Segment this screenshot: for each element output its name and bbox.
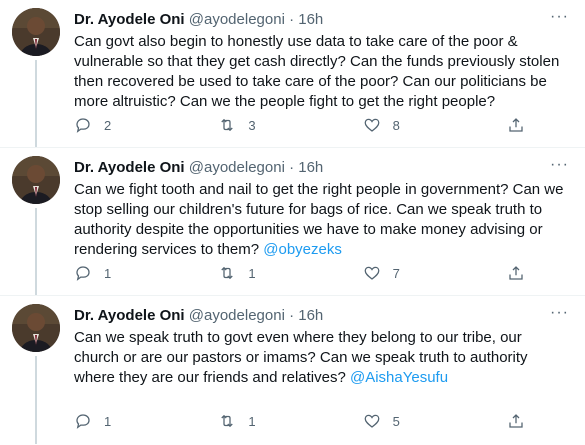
thread-line bbox=[35, 208, 37, 295]
author-name[interactable]: Dr. Ayodele Oni bbox=[74, 159, 185, 176]
retweet-count: 1 bbox=[248, 265, 256, 281]
tweet[interactable]: Dr. Ayodele Oni @ayodelegoni · 16h ··· C… bbox=[0, 0, 585, 148]
mention-link[interactable]: @obyezeks bbox=[263, 241, 342, 258]
tweet-header: Dr. Ayodele Oni @ayodelegoni · 16h bbox=[74, 306, 569, 326]
thread-line bbox=[35, 356, 37, 444]
tweet-header: Dr. Ayodele Oni @ayodelegoni · 16h bbox=[74, 158, 569, 178]
retweet-icon bbox=[221, 118, 234, 132]
tweet-actions: 1 1 7 bbox=[74, 264, 525, 282]
tweet-text: Can govt also begin to honestly use data… bbox=[74, 32, 569, 112]
author-name[interactable]: Dr. Ayodele Oni bbox=[74, 11, 185, 28]
share-icon bbox=[509, 266, 523, 280]
avatar[interactable] bbox=[12, 304, 60, 352]
reply-count: 1 bbox=[104, 413, 112, 429]
tweet-text: Can we speak truth to govt even where th… bbox=[74, 328, 569, 388]
thread-line bbox=[35, 60, 37, 147]
author-handle[interactable]: @ayodelegoni bbox=[189, 159, 285, 176]
heart-icon bbox=[364, 266, 380, 280]
more-icon[interactable]: ··· bbox=[550, 304, 569, 322]
tweet-text: Can we fight tooth and nail to get the r… bbox=[74, 180, 569, 260]
separator: · bbox=[289, 307, 295, 324]
retweet-icon bbox=[221, 266, 234, 280]
retweet-button[interactable]: 1 bbox=[218, 412, 258, 430]
share-icon bbox=[509, 118, 523, 132]
reply-button[interactable]: 1 bbox=[74, 264, 114, 282]
tweet-actions: 2 3 8 bbox=[74, 116, 525, 134]
reply-button[interactable]: 2 bbox=[74, 116, 114, 134]
author-name[interactable]: Dr. Ayodele Oni bbox=[74, 307, 185, 324]
reply-icon bbox=[76, 414, 90, 429]
more-icon[interactable]: ··· bbox=[550, 156, 569, 174]
author-handle[interactable]: @ayodelegoni bbox=[189, 11, 285, 28]
mention-link[interactable]: @AishaYesufu bbox=[350, 369, 448, 386]
timestamp[interactable]: 16h bbox=[298, 159, 323, 176]
tweet-body: Can govt also begin to honestly use data… bbox=[74, 33, 560, 110]
share-button[interactable] bbox=[507, 264, 525, 282]
share-button[interactable] bbox=[507, 412, 525, 430]
tweet-body: Can we speak truth to govt even where th… bbox=[74, 329, 528, 386]
separator: · bbox=[289, 159, 295, 176]
avatar-image bbox=[12, 304, 60, 352]
more-icon[interactable]: ··· bbox=[550, 8, 569, 26]
avatar-image bbox=[12, 8, 60, 56]
avatar-image bbox=[12, 156, 60, 204]
tweet-header: Dr. Ayodele Oni @ayodelegoni · 16h bbox=[74, 10, 569, 30]
timestamp[interactable]: 16h bbox=[298, 11, 323, 28]
share-icon bbox=[509, 414, 523, 428]
reply-button[interactable]: 1 bbox=[74, 412, 114, 430]
avatar[interactable] bbox=[12, 156, 60, 204]
separator: · bbox=[289, 11, 295, 28]
like-button[interactable]: 7 bbox=[363, 264, 403, 282]
like-count: 8 bbox=[392, 117, 400, 133]
retweet-button[interactable]: 3 bbox=[218, 116, 258, 134]
reply-icon bbox=[76, 266, 90, 281]
tweet[interactable]: Dr. Ayodele Oni @ayodelegoni · 16h ··· C… bbox=[0, 296, 585, 444]
share-button[interactable] bbox=[507, 116, 525, 134]
retweet-icon bbox=[221, 414, 234, 428]
avatar[interactable] bbox=[12, 8, 60, 56]
heart-icon bbox=[364, 414, 380, 428]
like-count: 5 bbox=[392, 413, 400, 429]
tweet-thread: Dr. Ayodele Oni @ayodelegoni · 16h ··· C… bbox=[0, 0, 585, 444]
reply-icon bbox=[76, 118, 90, 133]
heart-icon bbox=[364, 118, 380, 132]
author-handle[interactable]: @ayodelegoni bbox=[189, 307, 285, 324]
reply-count: 2 bbox=[104, 117, 112, 133]
reply-count: 1 bbox=[104, 265, 112, 281]
like-button[interactable]: 8 bbox=[363, 116, 403, 134]
like-count: 7 bbox=[392, 265, 400, 281]
retweet-count: 3 bbox=[248, 117, 256, 133]
like-button[interactable]: 5 bbox=[363, 412, 403, 430]
tweet[interactable]: Dr. Ayodele Oni @ayodelegoni · 16h ··· C… bbox=[0, 148, 585, 296]
retweet-button[interactable]: 1 bbox=[218, 264, 258, 282]
timestamp[interactable]: 16h bbox=[298, 307, 323, 324]
tweet-actions: 1 1 5 bbox=[74, 412, 525, 430]
retweet-count: 1 bbox=[248, 413, 256, 429]
